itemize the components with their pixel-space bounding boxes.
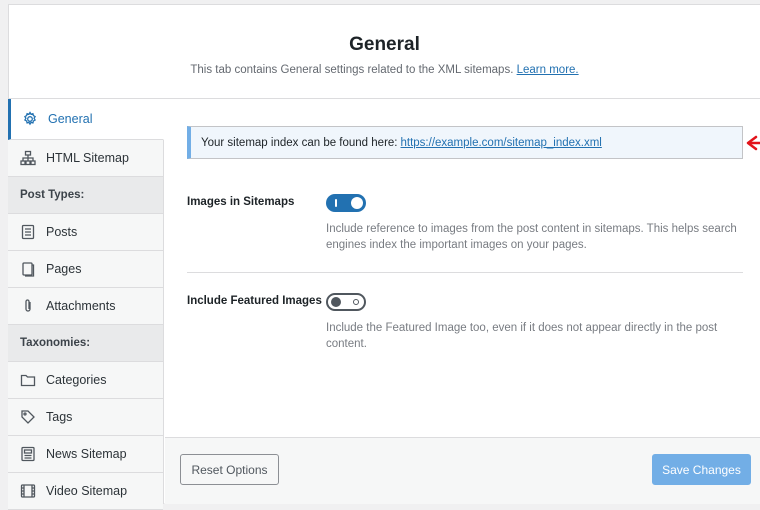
sidebar-item-label: Attachments <box>46 299 116 313</box>
include-featured-images-toggle[interactable] <box>326 293 366 311</box>
sidebar-item-label: Pages <box>46 262 82 276</box>
setting-description: Include reference to images from the pos… <box>326 223 737 251</box>
red-arrow-annotation <box>746 135 760 151</box>
save-changes-button[interactable]: Save Changes <box>652 454 751 485</box>
sidebar-item-label: General <box>48 112 93 126</box>
divider <box>187 272 743 273</box>
toggle-on-indicator <box>335 199 337 207</box>
images-in-sitemaps-toggle[interactable] <box>326 194 366 212</box>
sitemap-index-link[interactable]: https://example.com/sitemap_index.xml <box>401 137 602 149</box>
page-title: General <box>349 34 420 55</box>
sidebar-item-html-sitemap[interactable]: HTML Sitemap <box>8 140 163 177</box>
tag-icon <box>20 409 36 425</box>
page-description-text: This tab contains General settings relat… <box>190 64 514 76</box>
sitemap-index-notice: Your sitemap index can be found here: ht… <box>187 126 743 159</box>
sidebar-item-label: News Sitemap <box>46 447 127 461</box>
settings-panel: General This tab contains General settin… <box>8 4 760 510</box>
sidebar-item-general[interactable]: General <box>8 99 164 140</box>
sidebar-nav: General HTML Sitemap Post Types: Posts P… <box>8 99 164 510</box>
setting-label: Include Featured Images <box>187 295 322 307</box>
sidebar-heading-post-types: Post Types: <box>8 177 163 214</box>
news-icon <box>20 446 36 462</box>
sidebar-item-categories[interactable]: Categories <box>8 362 163 399</box>
sidebar-item-news-sitemap[interactable]: News Sitemap <box>8 436 163 473</box>
pages-icon <box>20 261 36 277</box>
toggle-off-indicator <box>353 299 359 305</box>
sidebar-item-posts[interactable]: Posts <box>8 214 163 251</box>
folder-icon <box>20 372 36 388</box>
document-icon <box>20 224 36 240</box>
sitemap-icon <box>20 150 36 166</box>
sidebar-item-label: Video Sitemap <box>46 484 128 498</box>
sidebar-heading-taxonomies: Taxonomies: <box>8 325 163 362</box>
sidebar-item-label: Tags <box>46 410 73 424</box>
settings-content: Your sitemap index can be found here: ht… <box>165 99 760 437</box>
notice-text: Your sitemap index can be found here: <box>201 136 398 149</box>
sidebar-item-label: HTML Sitemap <box>46 151 129 165</box>
sidebar-item-label: Posts <box>46 225 78 239</box>
setting-label: Images in Sitemaps <box>187 196 295 208</box>
sidebar-item-attachments[interactable]: Attachments <box>8 288 163 325</box>
paperclip-icon <box>20 298 36 314</box>
toggle-knob <box>351 197 363 209</box>
gear-icon <box>22 111 38 127</box>
settings-footer: Reset Options Save Changes <box>165 437 760 504</box>
sidebar-item-label: Categories <box>46 373 107 387</box>
page-description: This tab contains General settings relat… <box>9 64 760 76</box>
page-header: General This tab contains General settin… <box>9 5 760 99</box>
sidebar-item-pages[interactable]: Pages <box>8 251 163 288</box>
sidebar-item-video-sitemap[interactable]: Video Sitemap <box>8 473 163 510</box>
toggle-knob <box>331 297 341 307</box>
video-icon <box>20 483 36 499</box>
sidebar-item-tags[interactable]: Tags <box>8 399 163 436</box>
reset-options-button[interactable]: Reset Options <box>180 454 279 485</box>
setting-description: Include the Featured Image too, even if … <box>326 322 718 350</box>
learn-more-link[interactable]: Learn more. <box>517 64 579 76</box>
